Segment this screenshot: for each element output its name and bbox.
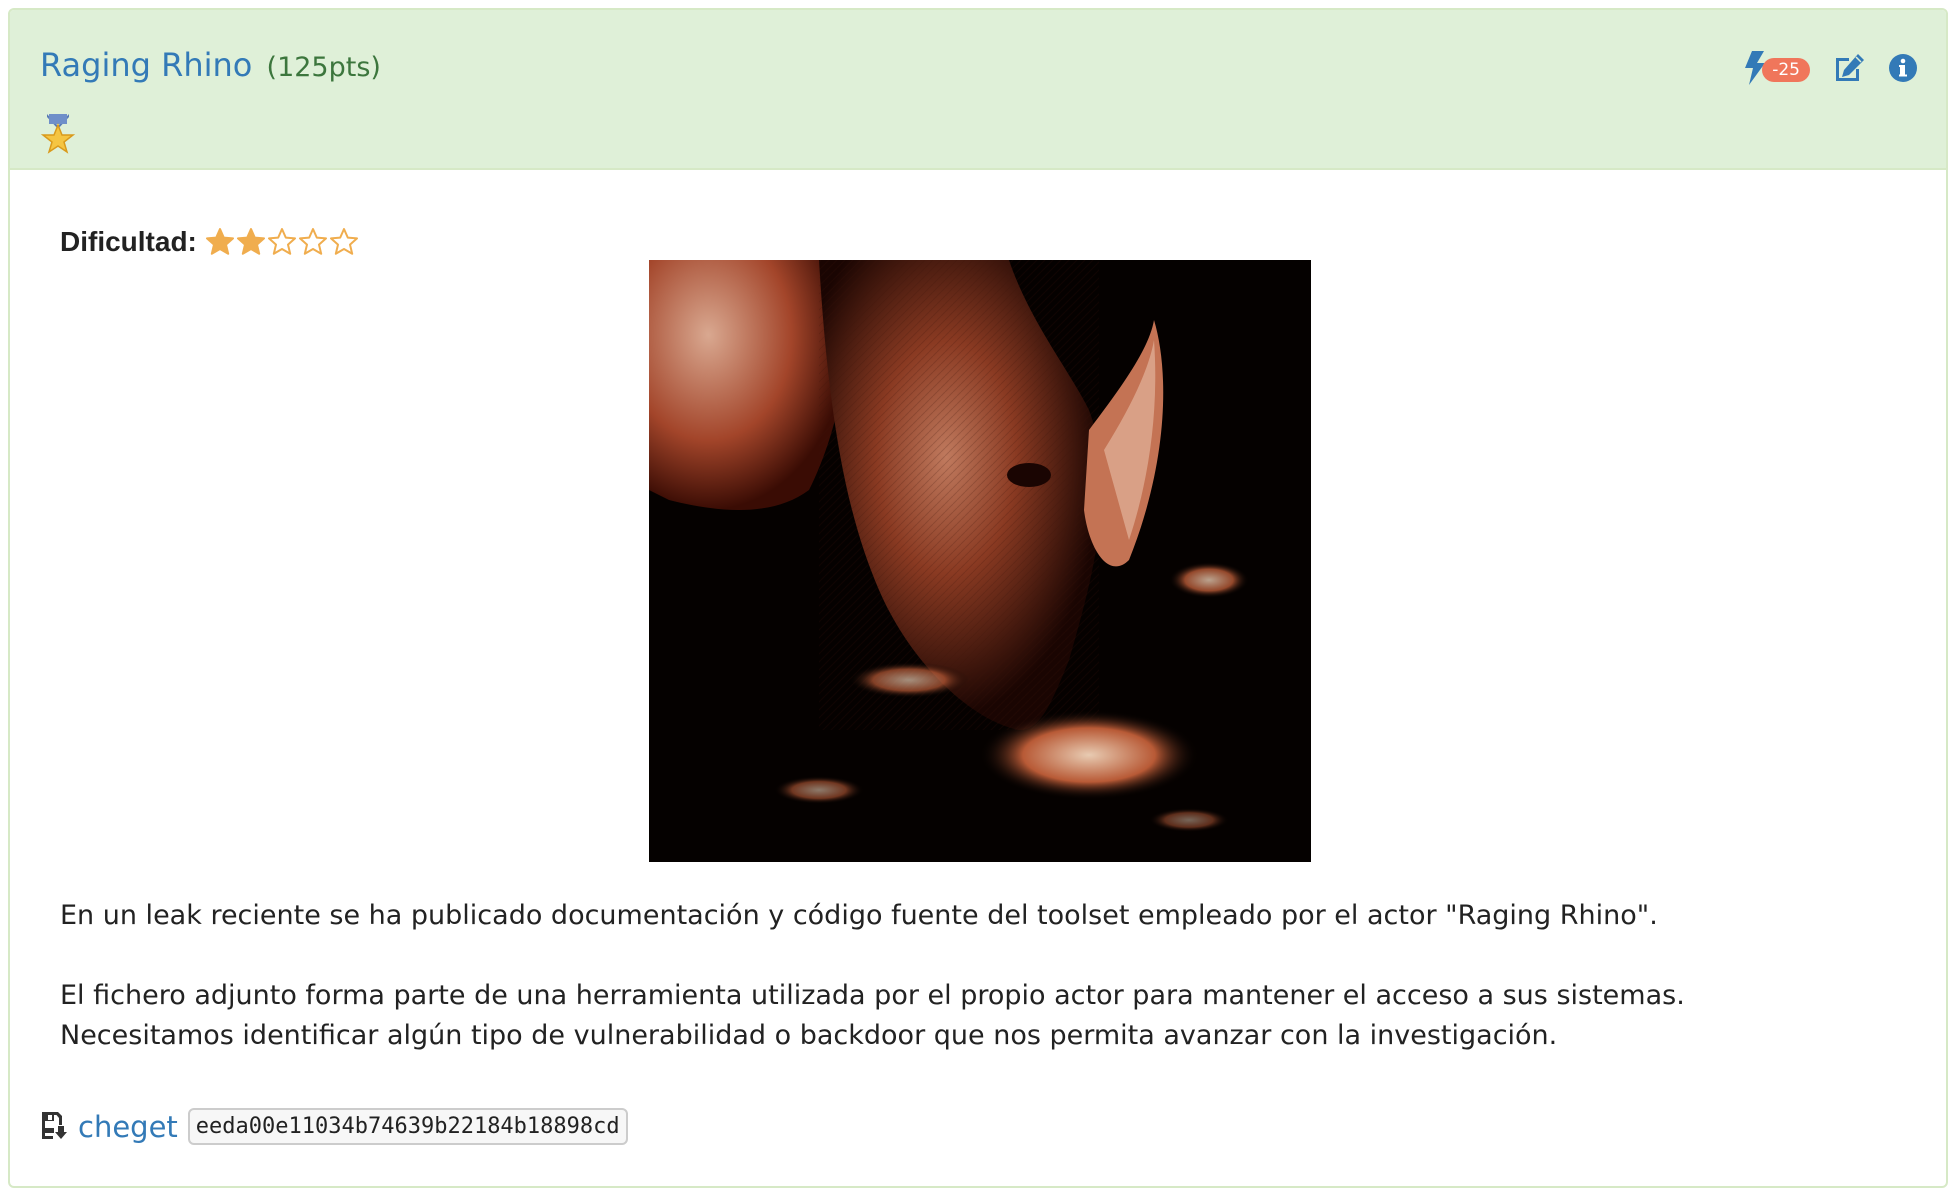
description-paragraph: En un leak reciente se ha publicado docu… bbox=[60, 900, 1658, 931]
attachment-row: cheget eeda00e11034b74639b22184b18898cd bbox=[40, 1108, 628, 1145]
description-paragraph: El fichero adjunto forma parte de una he… bbox=[60, 980, 1685, 1011]
challenge-panel: Raging Rhino (125pts) -25 Dificultad: En… bbox=[8, 8, 1948, 1188]
file-hash: eeda00e11034b74639b22184b18898cd bbox=[187, 1108, 628, 1145]
star-filled-icon bbox=[236, 228, 265, 255]
penalty-badge: -25 bbox=[1762, 58, 1810, 82]
rhino-image bbox=[649, 260, 1311, 862]
medal-star-icon bbox=[40, 114, 76, 154]
star-empty-icon bbox=[329, 228, 358, 255]
file-download-icon bbox=[40, 1110, 68, 1144]
challenge-title[interactable]: Raging Rhino (125pts) bbox=[40, 46, 381, 84]
difficulty-stars bbox=[205, 227, 360, 257]
description-paragraph: Necesitamos identificar algún tipo de vu… bbox=[60, 1020, 1558, 1051]
difficulty-label: Dificultad: bbox=[60, 226, 197, 257]
star-empty-icon bbox=[267, 228, 296, 255]
challenge-body: Dificultad: En un leak reciente se ha pu… bbox=[10, 170, 1946, 1186]
edit-icon[interactable] bbox=[1832, 52, 1866, 88]
star-empty-icon bbox=[298, 228, 327, 255]
attachment-link[interactable]: cheget bbox=[78, 1110, 178, 1144]
challenge-header: Raging Rhino (125pts) -25 bbox=[10, 10, 1946, 170]
challenge-description: En un leak reciente se ha publicado docu… bbox=[60, 896, 1880, 1056]
hint-button[interactable]: -25 bbox=[1744, 51, 1810, 89]
challenge-name[interactable]: Raging Rhino bbox=[40, 46, 252, 84]
challenge-actions: -25 bbox=[1744, 50, 1918, 90]
difficulty-rating: Dificultad: bbox=[60, 226, 360, 258]
challenge-points: (125pts) bbox=[266, 52, 381, 83]
info-circle-icon[interactable] bbox=[1888, 53, 1918, 87]
star-filled-icon bbox=[205, 228, 234, 255]
